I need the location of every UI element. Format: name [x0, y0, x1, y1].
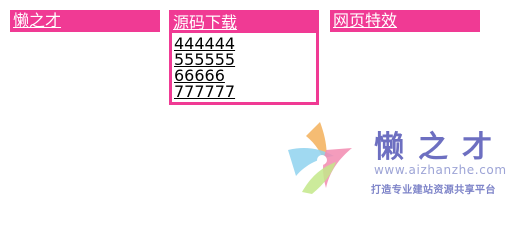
nav-menu-title[interactable]: 网页特效: [330, 10, 480, 32]
watermark-slogan: 打造专业建站资源共享平台: [371, 185, 496, 196]
dropdown-list: 444444 555555 66666 777777: [169, 33, 319, 105]
nav-menu-title[interactable]: 源码下载: [169, 10, 319, 33]
nav-menu-source-download: 源码下载 444444 555555 66666 777777: [169, 10, 319, 105]
watermark: 懒之才 www.aizhanzhe.com 打造专业建站资源共享平台: [282, 118, 522, 200]
watermark-brand: 懒之才: [374, 130, 506, 165]
nav-menu-web-effects: 网页特效: [330, 10, 480, 32]
nav-menu-lanzhicai: 懒之才: [10, 10, 160, 32]
site-logo-icon: [288, 122, 352, 194]
dropdown-item[interactable]: 777777: [174, 84, 316, 100]
nav-menu-title[interactable]: 懒之才: [10, 10, 160, 32]
watermark-url: www.aizhanzhe.com: [374, 163, 507, 177]
page: 懒之才 源码下载 444444 555555 66666 777777 网页特效…: [0, 0, 522, 200]
